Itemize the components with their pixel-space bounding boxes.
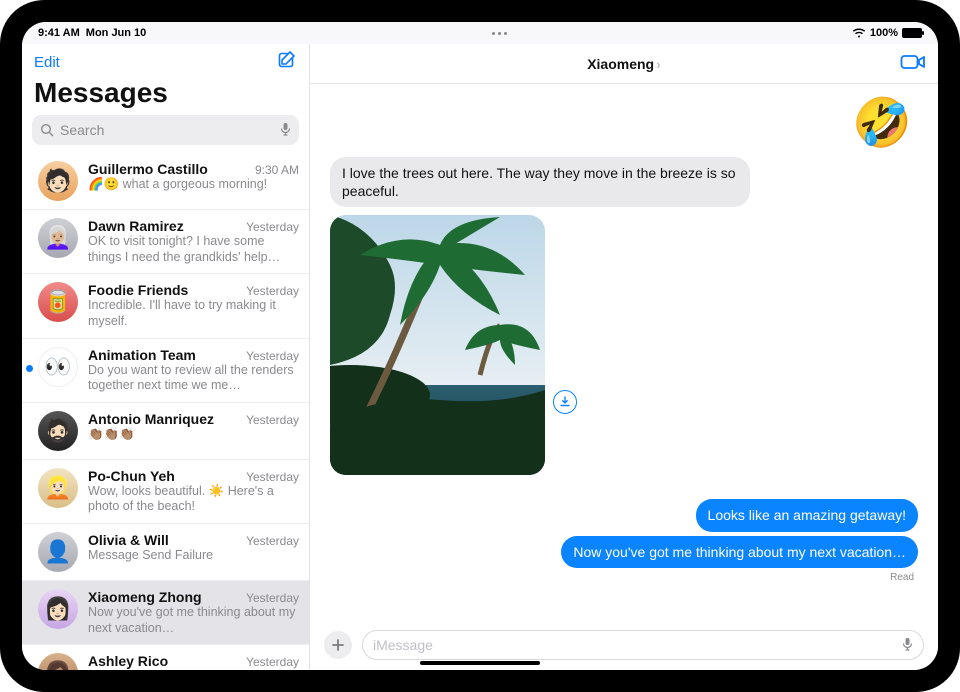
conversation-name: Foodie Friends	[88, 282, 188, 298]
conversation-time: Yesterday	[246, 413, 299, 427]
conversation-list[interactable]: 🧑🏻 Guillermo Castillo 9:30 AM 🌈🙂 what a …	[22, 153, 309, 670]
avatar: 👩🏼‍🦳	[38, 218, 78, 258]
conversation-name: Ashley Rico	[88, 653, 168, 669]
outgoing-message[interactable]: Looks like an amazing getaway!	[696, 499, 918, 531]
status-bar: 9:41 AM Mon Jun 10 100%	[22, 22, 938, 44]
chat-title-button[interactable]: Xiaomeng ›	[587, 56, 661, 72]
chat-scroll[interactable]: 🤣 I love the trees out here. The way the…	[310, 84, 938, 626]
dictate-icon[interactable]	[902, 637, 913, 654]
conversation-item[interactable]: 👩🏽 Ashley Rico Yesterday	[22, 645, 309, 670]
app-title: Messages	[22, 75, 309, 115]
conversation-name: Po-Chun Yeh	[88, 468, 175, 484]
conversation-item[interactable]: 🧑🏻 Guillermo Castillo 9:30 AM 🌈🙂 what a …	[22, 153, 309, 210]
conversation-name: Antonio Manriquez	[88, 411, 214, 427]
dictate-icon[interactable]	[280, 122, 291, 139]
messages-app: Edit Messages Search	[22, 44, 938, 670]
chat-pane: Xiaomeng › 🤣 I love the trees out here. …	[310, 44, 938, 670]
screen: 9:41 AM Mon Jun 10 100% Edit	[22, 22, 938, 670]
conversation-preview: Incredible. I'll have to try making it m…	[88, 298, 299, 329]
battery-pct: 100%	[870, 27, 898, 39]
search-input[interactable]: Search	[32, 115, 299, 145]
conversation-item[interactable]: 🧔🏻 Antonio Manriquez Yesterday 👏🏽👏🏽👏🏽	[22, 403, 309, 460]
incoming-photo[interactable]	[330, 215, 545, 475]
chat-contact-name: Xiaomeng	[587, 56, 654, 72]
conversation-time: Yesterday	[246, 349, 299, 363]
chat-header: Xiaomeng ›	[310, 44, 938, 84]
conversation-item[interactable]: 🥫 Foodie Friends Yesterday Incredible. I…	[22, 274, 309, 338]
status-date: Mon Jun 10	[86, 27, 147, 39]
conversation-sidebar: Edit Messages Search	[22, 44, 310, 670]
save-photo-button[interactable]	[553, 390, 577, 414]
conversation-name: Olivia & Will	[88, 532, 169, 548]
conversation-time: Yesterday	[246, 284, 299, 298]
conversation-preview: OK to visit tonight? I have some things …	[88, 234, 299, 265]
conversation-name: Guillermo Castillo	[88, 161, 208, 177]
multitask-dots[interactable]	[146, 32, 852, 35]
conversation-preview: 👏🏽👏🏽👏🏽	[88, 427, 299, 443]
avatar: 🥫	[38, 282, 78, 322]
conversation-name: Animation Team	[88, 347, 196, 363]
avatar: 👩🏽	[38, 653, 78, 670]
compose-icon	[277, 50, 297, 70]
apps-button[interactable]	[324, 631, 352, 659]
conversation-preview: Now you've got me thinking about my next…	[88, 605, 299, 636]
conversation-time: Yesterday	[246, 220, 299, 234]
conversation-preview: Do you want to review all the renders to…	[88, 363, 299, 394]
conversation-time: Yesterday	[246, 591, 299, 605]
avatar: 🧔🏻	[38, 411, 78, 451]
incoming-message[interactable]: I love the trees out here. The way they …	[330, 157, 750, 207]
search-icon	[40, 123, 54, 137]
conversation-preview: 🌈🙂 what a gorgeous morning!	[88, 177, 299, 193]
compose-button[interactable]	[277, 50, 297, 75]
conversation-name: Dawn Ramirez	[88, 218, 184, 234]
message-composer: iMessage	[310, 626, 938, 670]
plus-icon	[331, 638, 345, 652]
avatar: 👱🏻	[38, 468, 78, 508]
status-time: 9:41 AM	[38, 27, 80, 39]
conversation-time: Yesterday	[246, 470, 299, 484]
chevron-right-icon: ›	[656, 56, 661, 72]
conversation-item[interactable]: 👩🏻 Xiaomeng Zhong Yesterday Now you've g…	[22, 581, 309, 645]
avatar: 👀	[38, 347, 78, 387]
conversation-time: Yesterday	[246, 534, 299, 548]
ipad-device-frame: 9:41 AM Mon Jun 10 100% Edit	[0, 0, 960, 692]
conversation-item[interactable]: 👤 Olivia & Will Yesterday Message Send F…	[22, 524, 309, 581]
battery-icon	[902, 28, 922, 38]
avatar: 👤	[38, 532, 78, 572]
message-input[interactable]: iMessage	[362, 630, 924, 660]
read-receipt: Read	[330, 572, 918, 583]
facetime-button[interactable]	[900, 52, 926, 77]
wifi-icon	[852, 28, 866, 38]
conversation-time: Yesterday	[246, 655, 299, 669]
unread-indicator	[26, 365, 33, 372]
download-icon	[559, 396, 571, 408]
edit-button[interactable]: Edit	[34, 54, 60, 71]
conversation-time: 9:30 AM	[255, 163, 299, 177]
message-placeholder: iMessage	[373, 637, 433, 653]
conversation-item[interactable]: 👀 Animation Team Yesterday Do you want t…	[22, 339, 309, 403]
home-indicator[interactable]	[420, 661, 540, 665]
avatar: 🧑🏻	[38, 161, 78, 201]
avatar: 👩🏻	[38, 589, 78, 629]
conversation-preview: Message Send Failure	[88, 548, 299, 564]
conversation-item[interactable]: 👱🏻 Po-Chun Yeh Yesterday Wow, looks beau…	[22, 460, 309, 524]
outgoing-message[interactable]: Now you've got me thinking about my next…	[561, 536, 918, 568]
video-icon	[900, 52, 926, 72]
conversation-preview: Wow, looks beautiful. ☀️ Here's a photo …	[88, 484, 299, 515]
tapback-emoji[interactable]: 🤣	[330, 94, 918, 157]
conversation-name: Xiaomeng Zhong	[88, 589, 202, 605]
conversation-item[interactable]: 👩🏼‍🦳 Dawn Ramirez Yesterday OK to visit …	[22, 210, 309, 274]
search-placeholder: Search	[60, 122, 104, 138]
